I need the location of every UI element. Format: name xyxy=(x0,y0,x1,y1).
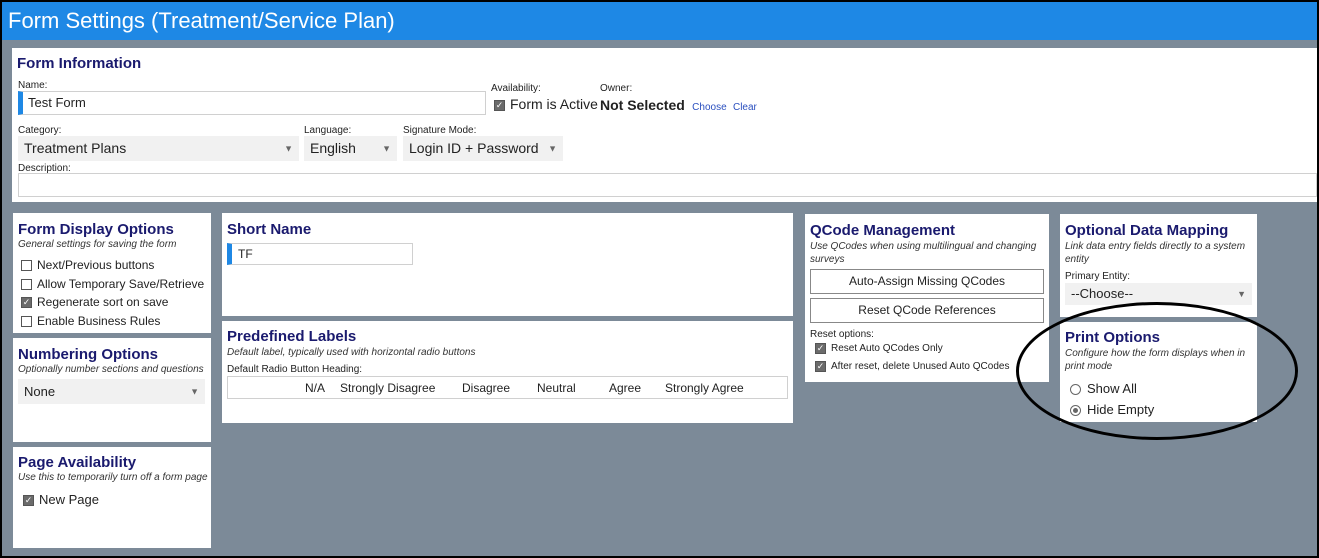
chevron-down-icon: ▼ xyxy=(382,143,391,153)
label-strongly-disagree: Strongly Disagree xyxy=(340,381,436,395)
predefined-labels-subtitle: Default label, typically used with horiz… xyxy=(227,347,476,358)
regenerate-sort-checkbox[interactable]: ✓ Regenerate sort on save xyxy=(21,295,168,309)
check-icon: ✓ xyxy=(494,99,505,111)
print-options-panel: Print Options Configure how the form dis… xyxy=(1060,322,1257,422)
label-disagree: Disagree xyxy=(462,381,511,395)
name-input-value: Test Form xyxy=(28,95,86,110)
optional-data-mapping-panel: Optional Data Mapping Link data entry fi… xyxy=(1060,214,1257,317)
language-select[interactable]: English ▼ xyxy=(304,136,397,161)
form-active-checkbox[interactable]: ✓ Form is Active xyxy=(494,96,598,112)
primary-entity-label: Primary Entity: xyxy=(1065,271,1131,282)
qcode-management-subtitle: Use QCodes when using multilingual and c… xyxy=(810,241,1037,265)
check-icon: ✓ xyxy=(815,343,826,354)
hide-empty-radio[interactable]: Hide Empty xyxy=(1070,402,1154,417)
numbering-select[interactable]: None ▼ xyxy=(18,379,205,404)
show-all-radio[interactable]: Show All xyxy=(1070,381,1137,396)
owner-label: Owner: xyxy=(600,83,633,94)
regenerate-sort-label: Regenerate sort on save xyxy=(37,295,169,309)
chevron-down-icon: ▼ xyxy=(548,143,557,153)
signature-mode-label: Signature Mode: xyxy=(403,125,477,136)
form-display-options-panel: Form Display Options General settings fo… xyxy=(13,213,211,333)
owner-choose-link[interactable]: Choose xyxy=(692,102,726,113)
signature-mode-select[interactable]: Login ID + Password ▼ xyxy=(403,136,563,161)
form-display-options-heading: Form Display Options xyxy=(18,221,174,238)
numbering-options-panel: Numbering Options Optionally number sect… xyxy=(13,338,211,442)
default-radio-heading-label: Default Radio Button Heading: xyxy=(227,364,363,375)
page-availability-panel: Page Availability Use this to temporaril… xyxy=(13,447,211,548)
numbering-options-subtitle: Optionally number sections and questions xyxy=(18,364,204,375)
short-name-value: TF xyxy=(238,247,253,261)
optional-data-mapping-heading: Optional Data Mapping xyxy=(1065,222,1229,239)
optional-data-mapping-subtitle: Link data entry fields directly to a sys… xyxy=(1065,241,1246,265)
next-previous-checkbox[interactable]: Next/Previous buttons xyxy=(21,258,154,272)
chevron-down-icon: ▼ xyxy=(190,386,199,396)
label-na: N/A xyxy=(305,381,326,395)
description-input[interactable] xyxy=(18,173,1317,197)
owner-clear-link[interactable]: Clear xyxy=(733,102,757,113)
short-name-input[interactable]: TF xyxy=(227,243,413,265)
delete-unused-qcodes-checkbox[interactable]: ✓ After reset, delete Unused Auto QCodes xyxy=(815,361,1009,372)
primary-entity-select[interactable]: --Choose-- ▼ xyxy=(1065,283,1252,305)
reset-options-label: Reset options: xyxy=(810,329,874,340)
language-value: English xyxy=(310,140,356,156)
window-title: Form Settings (Treatment/Service Plan) xyxy=(2,2,1317,40)
print-options-heading: Print Options xyxy=(1065,329,1160,346)
label-strongly-agree: Strongly Agree xyxy=(665,381,744,395)
new-page-label: New Page xyxy=(39,492,99,507)
category-value: Treatment Plans xyxy=(24,140,127,156)
label-neutral: Neutral xyxy=(537,381,576,395)
language-label: Language: xyxy=(304,125,352,136)
print-options-subtitle: Configure how the form displays when in … xyxy=(1065,348,1246,372)
page-availability-subtitle: Use this to temporarily turn off a form … xyxy=(18,472,208,483)
label-agree: Agree xyxy=(609,381,642,395)
qcode-management-panel: QCode Management Use QCodes when using m… xyxy=(805,214,1049,382)
form-active-label: Form is Active xyxy=(510,96,598,112)
signature-mode-value: Login ID + Password xyxy=(409,140,539,156)
form-information-heading: Form Information xyxy=(17,55,142,72)
owner-value: Not Selected Choose Clear xyxy=(600,97,757,113)
check-icon: ✓ xyxy=(21,297,32,309)
form-display-options-subtitle: General settings for saving the form xyxy=(18,239,177,250)
short-name-panel: Short Name TF xyxy=(222,213,793,316)
reset-auto-qcodes-label: Reset Auto QCodes Only xyxy=(831,343,943,355)
reset-auto-qcodes-checkbox[interactable]: ✓ Reset Auto QCodes Only xyxy=(815,343,943,354)
qcode-management-heading: QCode Management xyxy=(810,222,956,239)
numbering-options-heading: Numbering Options xyxy=(18,346,158,363)
predefined-labels-panel: Predefined Labels Default label, typical… xyxy=(222,321,793,423)
show-all-label: Show All xyxy=(1087,381,1137,396)
enable-business-rules-label: Enable Business Rules xyxy=(37,314,161,328)
allow-temporary-save-label: Allow Temporary Save/Retrieve xyxy=(37,277,205,291)
checkbox-icon xyxy=(21,279,32,291)
enable-business-rules-checkbox[interactable]: Enable Business Rules xyxy=(21,314,160,328)
chevron-down-icon: ▼ xyxy=(284,143,293,153)
numbering-value: None xyxy=(24,384,56,399)
name-input[interactable]: Test Form xyxy=(18,91,486,115)
radio-selected-icon xyxy=(1070,405,1081,417)
availability-label: Availability: xyxy=(491,83,541,94)
form-information-panel: Form Information Name: Test Form Availab… xyxy=(12,48,1317,202)
next-previous-label: Next/Previous buttons xyxy=(37,258,155,272)
primary-entity-value: --Choose-- xyxy=(1071,286,1134,301)
checkbox-icon xyxy=(21,260,32,272)
radio-icon xyxy=(1070,384,1081,396)
owner-value-text: Not Selected xyxy=(600,97,685,113)
page-availability-heading: Page Availability xyxy=(18,454,137,471)
auto-assign-qcodes-button[interactable]: Auto-Assign Missing QCodes xyxy=(810,269,1044,294)
reset-qcode-references-button[interactable]: Reset QCode References xyxy=(810,298,1044,323)
short-name-heading: Short Name xyxy=(227,221,312,238)
allow-temporary-save-checkbox[interactable]: Allow Temporary Save/Retrieve xyxy=(21,277,204,291)
category-select[interactable]: Treatment Plans ▼ xyxy=(18,136,299,161)
hide-empty-label: Hide Empty xyxy=(1087,402,1155,417)
new-page-checkbox[interactable]: ✓ New Page xyxy=(23,492,99,507)
check-icon: ✓ xyxy=(815,361,826,372)
category-label: Category: xyxy=(18,125,62,136)
delete-unused-qcodes-label: After reset, delete Unused Auto QCodes xyxy=(831,361,1010,373)
name-label: Name: xyxy=(18,80,48,91)
check-icon: ✓ xyxy=(23,495,34,507)
predefined-labels-heading: Predefined Labels xyxy=(227,328,357,345)
checkbox-icon xyxy=(21,316,32,328)
chevron-down-icon: ▼ xyxy=(1237,289,1246,299)
